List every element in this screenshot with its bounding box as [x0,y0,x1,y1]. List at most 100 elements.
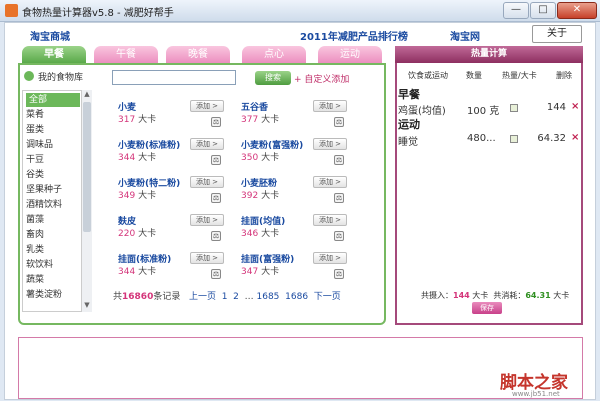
ranking-link[interactable]: 2011年减肥产品排行榜 [300,28,408,43]
food-calories: 220 大卡 [118,229,157,239]
watermark-url: www.jb51.net [512,390,560,398]
window-title: 食物热量计算器v5.8 - 减肥好帮手 [22,8,174,19]
scale-icon[interactable]: ⚖ [211,155,221,165]
food-item: 小麦粉(标准粉) 344 大卡 添加 > ⚖ [118,138,233,178]
category-item[interactable]: 薯类淀粉 [26,288,82,302]
entry-quantity[interactable]: 480... [467,133,496,144]
tab-snack[interactable]: 点心 [242,46,306,63]
category-item[interactable]: 谷类 [26,168,82,182]
taobao-link[interactable]: 淘宝网 [450,28,480,43]
scale-icon[interactable]: ⚖ [211,117,221,127]
record-count: 16860 [122,292,154,302]
category-item[interactable]: 坚果种子 [26,183,82,197]
tab-dinner[interactable]: 晚餐 [166,46,230,63]
category-item[interactable]: 调味品 [26,138,82,152]
scale-icon[interactable]: ⚖ [334,193,344,203]
col-header-qty: 数量 [466,71,482,80]
record-count-prefix: 共 [113,292,123,302]
tab-breakfast[interactable]: 早餐 [22,46,86,63]
add-food-button[interactable]: 添加 > [313,252,347,264]
tab-lunch[interactable]: 午餐 [94,46,158,63]
delete-icon[interactable]: × [571,132,579,143]
food-calories: 344 大卡 [118,267,157,277]
burn-unit: 大卡 [553,291,570,300]
intake-value: 144 [453,291,470,300]
pagination: 共16860条记录 上一页 1 2 … 1685 1686 下一页 [113,289,341,302]
food-library-title: 我的食物库 [38,73,84,83]
edit-icon[interactable] [510,135,518,143]
category-scrollbar[interactable]: ▲ ▼ [81,90,92,312]
tab-exercise[interactable]: 运动 [318,46,382,63]
burn-label: 共消耗： [493,291,526,300]
calorie-totals: 共摄入：144 大卡 共消耗：64.31 大卡 [421,290,569,301]
food-item: 五谷香 377 大卡 添加 > ⚖ [241,100,356,140]
edit-icon[interactable] [510,104,518,112]
category-item[interactable]: 干豆 [26,153,82,167]
food-calories: 349 大卡 [118,191,157,201]
search-input[interactable] [112,70,236,85]
category-item[interactable]: 蛋类 [26,123,82,137]
about-button[interactable]: 关于 [532,25,582,43]
page-link-1[interactable]: 1 [222,292,228,302]
category-item[interactable]: 软饮料 [26,258,82,272]
food-calories: 377 大卡 [241,115,280,125]
maximize-button[interactable]: □ [530,2,556,19]
scale-icon[interactable]: ⚖ [334,117,344,127]
page-link-1686[interactable]: 1686 [285,292,308,302]
scale-icon[interactable]: ⚖ [211,269,221,279]
food-item: 小麦胚粉 392 大卡 添加 > ⚖ [241,176,356,216]
food-item: 挂面(标准粉) 344 大卡 添加 > ⚖ [118,252,233,292]
category-item[interactable]: 菜肴 [26,108,82,122]
add-food-button[interactable]: 添加 > [313,100,347,112]
calc-panel-title: 热量计算 [395,46,583,63]
record-count-suffix: 条记录 [153,292,181,302]
add-food-button[interactable]: 添加 > [313,176,347,188]
category-item[interactable]: 蔬菜 [26,273,82,287]
save-button[interactable]: 保存 [472,302,502,314]
delete-icon[interactable]: × [571,101,579,112]
food-item: 麸皮 220 大卡 添加 > ⚖ [118,214,233,254]
page-link-2[interactable]: 2 [233,292,239,302]
prev-page-link[interactable]: 上一页 [189,292,216,302]
food-calories: 344 大卡 [118,153,157,163]
add-food-button[interactable]: 添加 > [313,214,347,226]
scroll-down-icon[interactable]: ▼ [83,301,91,311]
search-button[interactable]: 搜索 [255,71,291,85]
intake-label: 共摄入： [421,291,453,300]
add-food-button[interactable]: 添加 > [190,138,224,150]
custom-add-link[interactable]: + 自定义添加 [294,72,349,85]
entry-quantity[interactable]: 100 克 [467,102,499,117]
category-item[interactable]: 畜肉 [26,228,82,242]
food-calories: 392 大卡 [241,191,280,201]
add-food-button[interactable]: 添加 > [313,138,347,150]
col-header-kcal: 热量/大卡 [502,71,537,80]
add-food-button[interactable]: 添加 > [190,252,224,264]
minimize-button[interactable]: — [503,2,529,19]
next-page-link[interactable]: 下一页 [314,292,341,302]
scale-icon[interactable]: ⚖ [211,193,221,203]
add-food-button[interactable]: 添加 > [190,176,224,188]
add-food-button[interactable]: 添加 > [190,100,224,112]
food-item: 小麦 317 大卡 添加 > ⚖ [118,100,233,140]
add-food-button[interactable]: 添加 > [190,214,224,226]
food-calories: 350 大卡 [241,153,280,163]
scale-icon[interactable]: ⚖ [334,231,344,241]
category-item[interactable]: 菌藻 [26,213,82,227]
taobao-mall-link[interactable]: 淘宝商城 [30,28,70,43]
pager-ellipsis: … [244,292,254,302]
entry-calories: 64.32 [537,133,566,144]
category-item[interactable]: 酒精饮料 [26,198,82,212]
food-library-icon [24,71,34,81]
category-item-all[interactable]: 全部 [26,93,80,107]
scale-icon[interactable]: ⚖ [334,155,344,165]
scale-icon[interactable]: ⚖ [334,269,344,279]
category-item[interactable]: 乳类 [26,243,82,257]
intake-unit: 大卡 [472,291,489,300]
scroll-up-icon[interactable]: ▲ [83,90,91,100]
page-link-1685[interactable]: 1685 [257,292,280,302]
burn-value: 64.31 [525,291,551,300]
scale-icon[interactable]: ⚖ [211,231,221,241]
scroll-thumb[interactable] [83,102,91,232]
close-button[interactable]: ✕ [557,2,597,19]
bottom-panel [18,337,583,399]
